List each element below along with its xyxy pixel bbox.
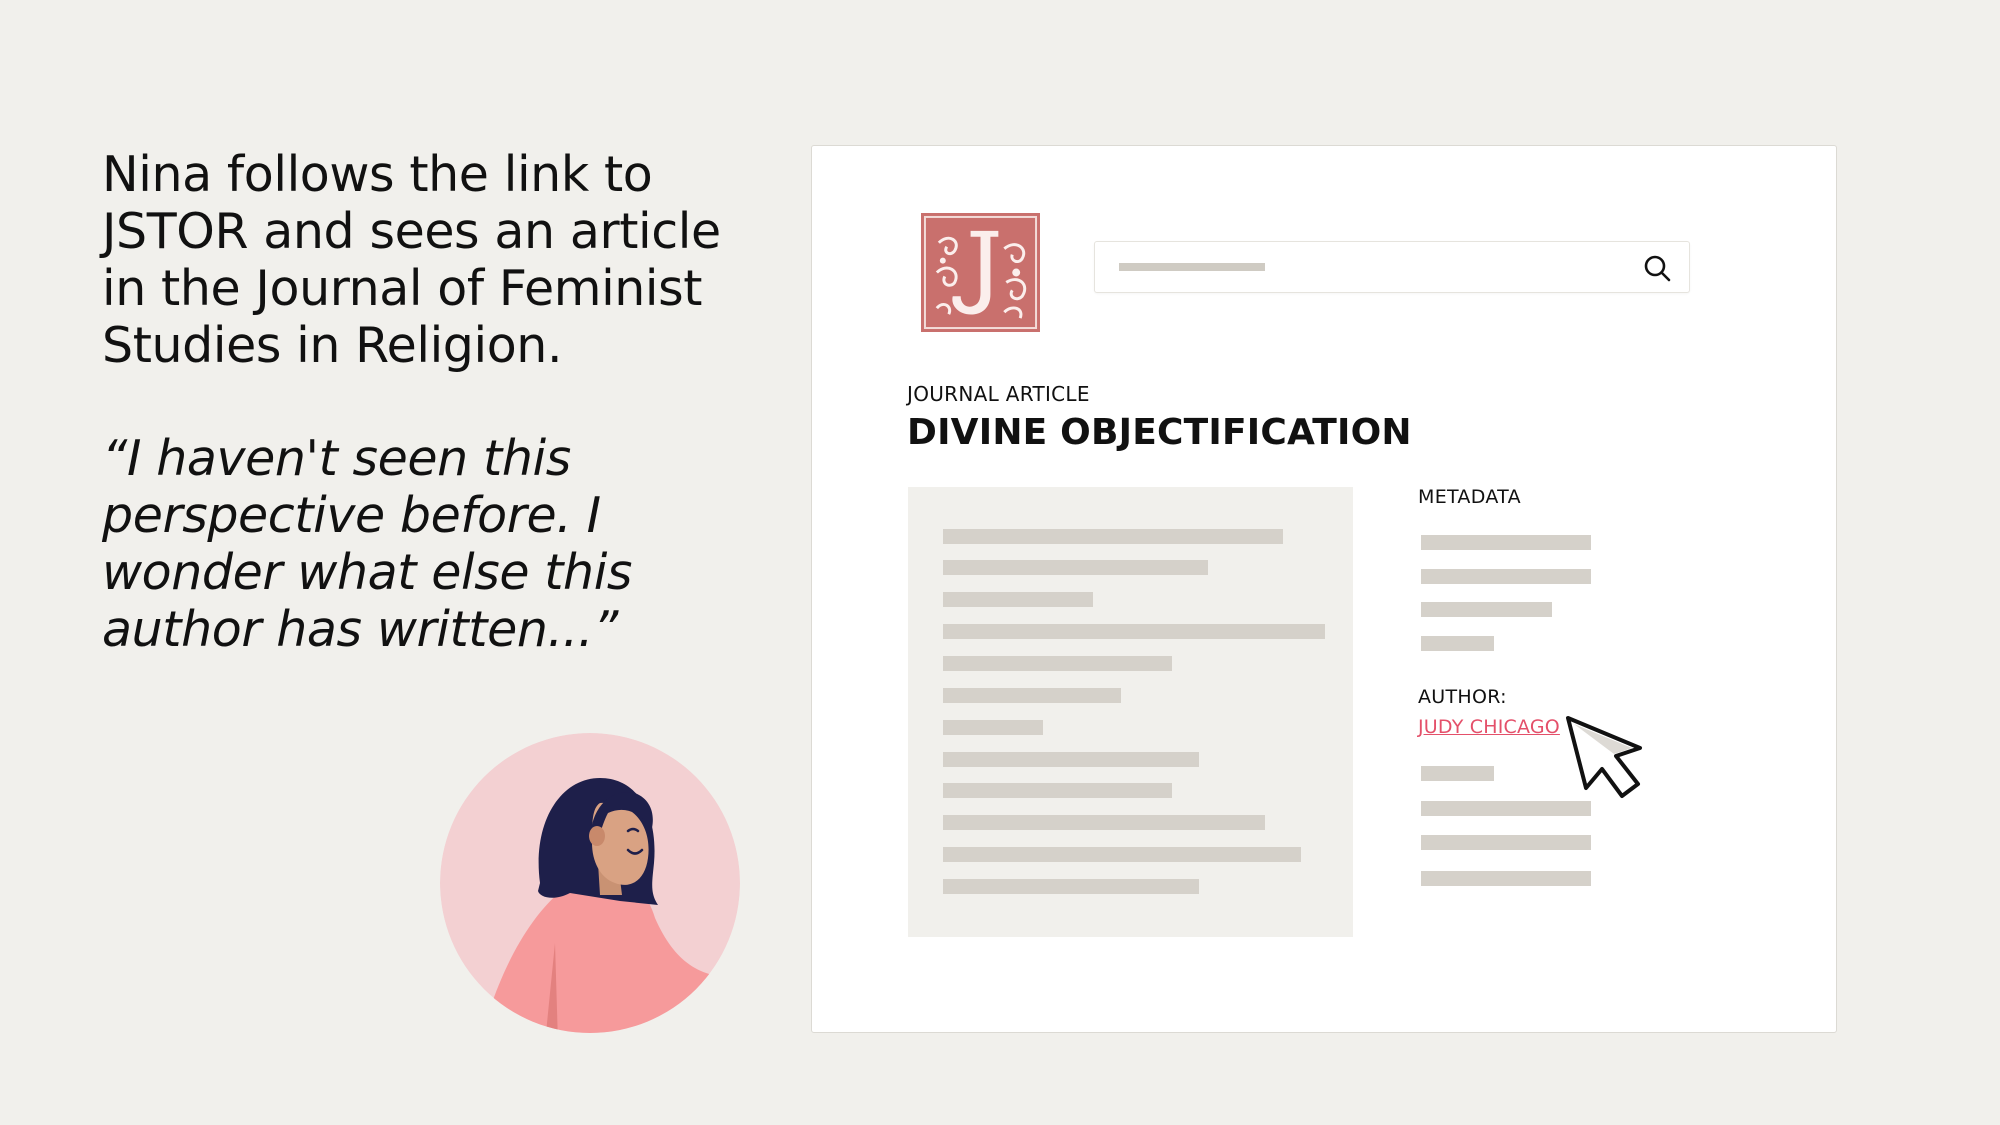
metadata-line (1421, 569, 1591, 584)
article-preview[interactable] (908, 487, 1353, 937)
author-link[interactable]: JUDY CHICAGO (1418, 716, 1560, 738)
jstor-browser-window: JOURNAL ARTICLE DIVINE OBJECTIFICATION M… (811, 145, 1837, 1033)
search-input[interactable] (1094, 241, 1690, 293)
pointer-cursor-icon (1566, 716, 1642, 798)
search-icon[interactable] (1642, 253, 1672, 283)
metadata-line (1421, 801, 1591, 816)
woman-avatar-icon (440, 733, 740, 1033)
metadata-label: METADATA (1418, 486, 1521, 508)
metadata-line (1421, 766, 1494, 781)
narration-text: Nina follows the link to JSTOR and sees … (102, 146, 721, 374)
placeholder-line (943, 815, 1265, 830)
placeholder-line (943, 752, 1199, 767)
search-placeholder-line (1119, 263, 1265, 271)
narrative: Nina follows the link to JSTOR and sees … (102, 146, 742, 658)
article-type-label: JOURNAL ARTICLE (907, 382, 1090, 406)
author-label: AUTHOR: (1418, 686, 1507, 708)
jstor-logo-icon[interactable] (921, 213, 1040, 332)
placeholder-line (943, 879, 1199, 894)
placeholder-line (943, 560, 1208, 575)
placeholder-line (943, 624, 1325, 639)
placeholder-line (943, 783, 1172, 798)
article-title: DIVINE OBJECTIFICATION (907, 412, 1412, 453)
placeholder-line (943, 688, 1121, 703)
placeholder-line (943, 847, 1301, 862)
placeholder-line (943, 720, 1043, 735)
placeholder-line (943, 592, 1093, 607)
placeholder-line (943, 529, 1283, 544)
quote-text: “I haven't seen this perspective before.… (102, 430, 633, 658)
metadata-line (1421, 636, 1494, 651)
metadata-line (1421, 871, 1591, 886)
metadata-line (1421, 602, 1552, 617)
metadata-line (1421, 535, 1591, 550)
metadata-line (1421, 835, 1591, 850)
placeholder-line (943, 656, 1172, 671)
